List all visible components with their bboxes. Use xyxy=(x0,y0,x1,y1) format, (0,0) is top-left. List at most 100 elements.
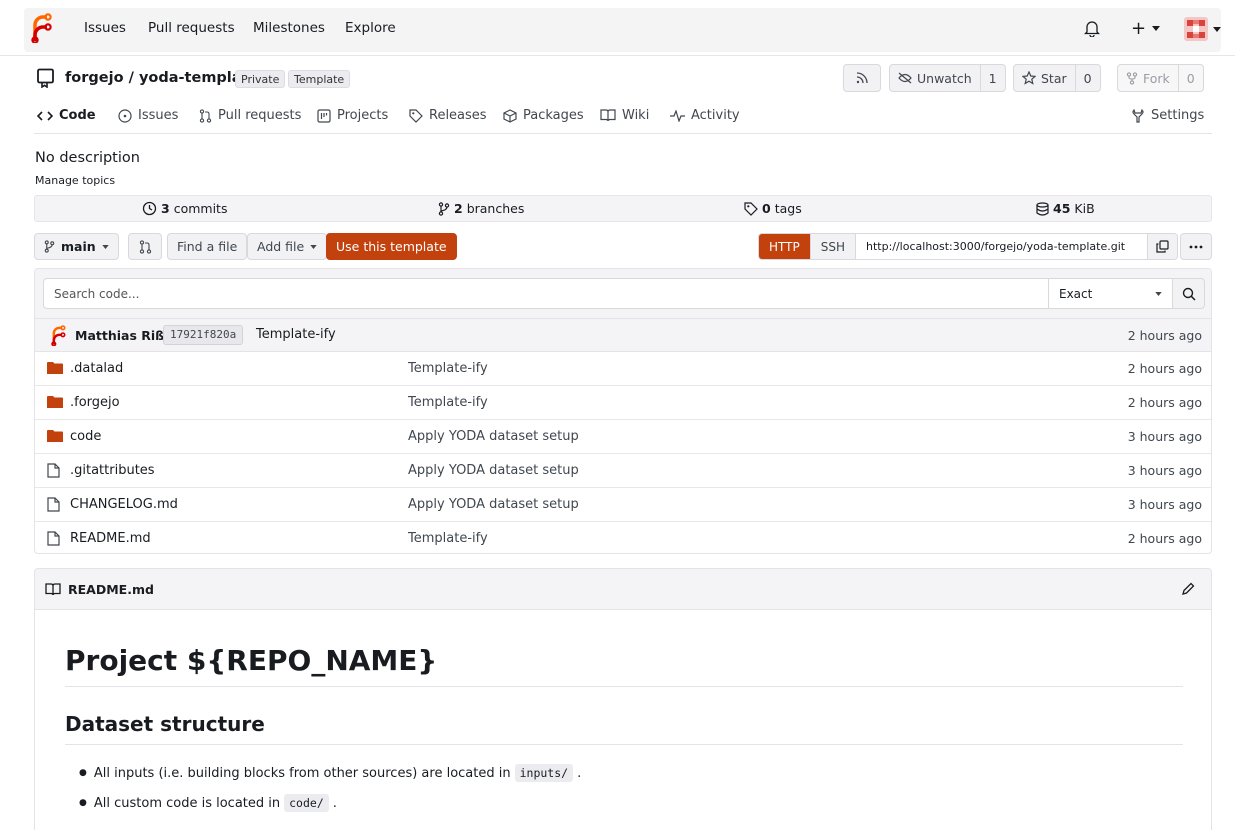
star-icon xyxy=(1022,71,1036,85)
package-icon xyxy=(503,108,517,123)
list-item-text: All inputs (i.e. building blocks from ot… xyxy=(93,765,511,781)
heading-divider xyxy=(65,744,1183,745)
star-count[interactable]: 0 xyxy=(1074,65,1100,91)
tab-projects[interactable]: Projects xyxy=(317,108,388,123)
forgejo-logo-icon[interactable] xyxy=(30,13,52,43)
commits-stat[interactable]: 3 commits xyxy=(142,201,227,216)
clone-panel: HTTP SSH http://localhost:3000/forgejo/y… xyxy=(758,233,1178,260)
file-name[interactable]: CHANGELOG.md xyxy=(70,497,178,512)
copy-url-button[interactable] xyxy=(1146,234,1177,259)
file-commit-time: 2 hours ago xyxy=(1127,361,1202,376)
search-icon xyxy=(1182,287,1196,301)
star-button[interactable]: Star 0 xyxy=(1013,64,1101,92)
nav-milestones-link[interactable]: Milestones xyxy=(253,20,325,36)
file-commit-message[interactable]: Template-ify xyxy=(408,395,488,410)
file-name[interactable]: code xyxy=(70,429,101,444)
manage-topics-link[interactable]: Manage topics xyxy=(35,174,115,187)
tab-label: Pull requests xyxy=(218,108,302,123)
repo-title[interactable]: forgejo / yoda-template xyxy=(65,70,258,86)
tags-stat[interactable]: 0 tags xyxy=(744,201,802,216)
file-commit-message[interactable]: Template-ify xyxy=(408,361,488,376)
unwatch-button[interactable]: Unwatch 1 xyxy=(889,64,1006,92)
clone-url-input[interactable]: http://localhost:3000/forgejo/yoda-templ… xyxy=(854,234,1147,259)
search-button[interactable] xyxy=(1173,278,1205,309)
file-name[interactable]: .datalad xyxy=(70,361,123,376)
chevron-down-icon xyxy=(1213,26,1221,32)
tab-packages[interactable]: Packages xyxy=(503,108,584,123)
code-search-input[interactable]: Search code... xyxy=(43,278,1049,309)
fork-label: Fork xyxy=(1143,70,1170,86)
book-icon xyxy=(45,583,61,596)
more-options-button[interactable] xyxy=(1180,233,1212,260)
avatar xyxy=(1184,17,1208,41)
branches-stat[interactable]: 2 branches xyxy=(438,201,524,216)
file-commit-message[interactable]: Apply YODA dataset setup xyxy=(408,429,579,444)
tab-issues[interactable]: Issues xyxy=(118,108,178,123)
fork-icon xyxy=(1126,71,1138,85)
tab-wiki[interactable]: Wiki xyxy=(600,108,649,123)
search-mode-select[interactable]: Exact xyxy=(1049,278,1173,309)
clone-http-button[interactable]: HTTP xyxy=(759,234,810,259)
repo-stats-bar: 3 commits 2 branches 0 tags 45 KiB xyxy=(34,195,1212,222)
commit-author[interactable]: Matthias Riße xyxy=(75,328,173,343)
tab-activity[interactable]: Activity xyxy=(670,108,740,123)
rss-feed-button[interactable] xyxy=(843,64,881,92)
file-name[interactable]: README.md xyxy=(70,531,151,546)
file-commit-message[interactable]: Apply YODA dataset setup xyxy=(408,497,579,512)
tab-pull-requests[interactable]: Pull requests xyxy=(199,108,301,123)
nav-pull-requests-link[interactable]: Pull requests xyxy=(148,20,235,36)
size-unit: KiB xyxy=(1074,201,1095,216)
compare-button[interactable] xyxy=(128,233,162,260)
use-template-button[interactable]: Use this template xyxy=(326,233,457,260)
inline-code: inputs/ xyxy=(514,764,574,782)
pulse-icon xyxy=(670,109,685,122)
code-icon xyxy=(37,110,53,122)
tag-icon xyxy=(409,108,423,123)
nav-explore-link[interactable]: Explore xyxy=(345,20,396,36)
copy-icon xyxy=(1156,240,1169,253)
commit-message[interactable]: Template-ify xyxy=(256,327,336,342)
file-commit-time: 3 hours ago xyxy=(1127,463,1202,478)
nav-issues-link[interactable]: Issues xyxy=(84,20,126,36)
list-item-tail: . xyxy=(577,765,582,781)
file-icon xyxy=(47,497,60,512)
fork-count[interactable]: 0 xyxy=(1177,65,1203,91)
file-name[interactable]: .forgejo xyxy=(70,395,120,410)
tab-label: Activity xyxy=(691,108,740,123)
branch-selector[interactable]: main xyxy=(34,233,119,260)
file-row: code Apply YODA dataset setup 3 hours ago xyxy=(35,420,1211,454)
inline-code: code/ xyxy=(284,794,329,812)
fork-button[interactable]: Fork 0 xyxy=(1117,64,1204,92)
tab-label: Settings xyxy=(1151,108,1205,123)
heading-divider xyxy=(65,686,1183,687)
user-menu-button[interactable] xyxy=(1184,17,1221,41)
notifications-bell-icon[interactable] xyxy=(1084,20,1100,37)
tab-releases[interactable]: Releases xyxy=(409,108,487,123)
readme-heading-2: Dataset structure xyxy=(65,712,265,736)
tab-label: Releases xyxy=(429,108,487,123)
file-name[interactable]: .gitattributes xyxy=(70,463,155,478)
chevron-down-icon xyxy=(1152,26,1161,31)
file-row: README.md Template-ify 2 hours ago xyxy=(35,522,1211,553)
tab-code[interactable]: Code xyxy=(37,108,96,123)
private-label: Private xyxy=(235,70,286,88)
commit-sha[interactable]: 17921f820a xyxy=(163,325,244,345)
file-commit-message[interactable]: Template-ify xyxy=(408,531,488,546)
pull-request-icon xyxy=(199,108,212,123)
find-file-button[interactable]: Find a file xyxy=(167,233,248,260)
folder-icon xyxy=(47,395,63,409)
edit-pencil-icon[interactable] xyxy=(1181,582,1195,596)
add-file-button[interactable]: Add file xyxy=(247,233,328,260)
branch-icon xyxy=(44,240,55,253)
file-commit-message[interactable]: Apply YODA dataset setup xyxy=(408,463,579,478)
clone-ssh-button[interactable]: SSH xyxy=(809,234,855,259)
author-avatar[interactable] xyxy=(50,325,66,346)
top-navbar: Issues Pull requests Milestones Explore … xyxy=(0,0,1235,56)
book-icon xyxy=(600,109,616,122)
tab-settings[interactable]: Settings xyxy=(1131,108,1204,123)
list-item-text: All custom code is located in xyxy=(93,795,281,811)
watch-count[interactable]: 1 xyxy=(979,65,1005,91)
create-menu-button[interactable]: + xyxy=(1131,18,1161,39)
tab-label: Issues xyxy=(138,108,179,123)
chevron-down-icon xyxy=(310,244,317,249)
